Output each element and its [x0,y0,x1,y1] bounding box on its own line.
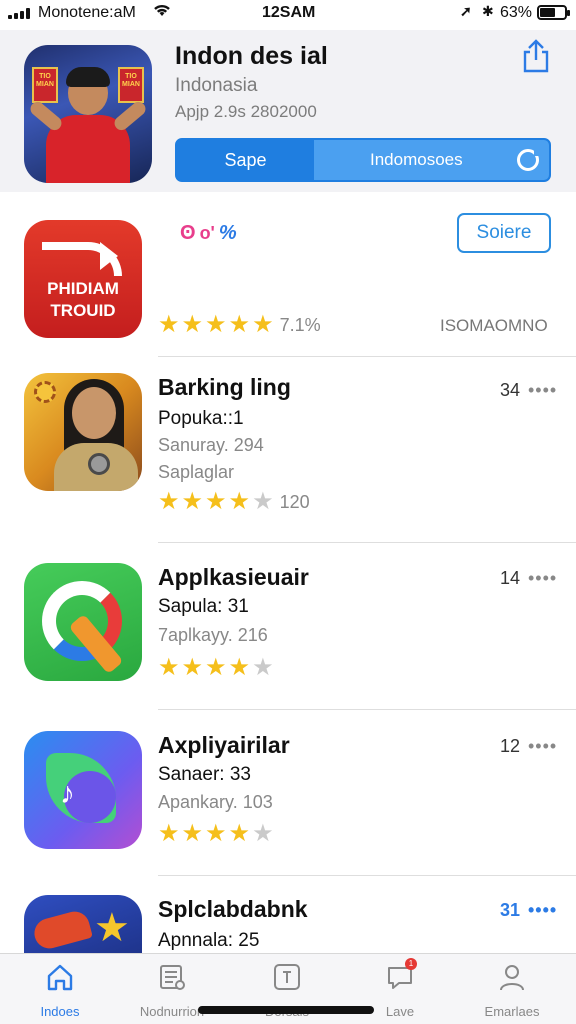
star-icon: ★ [228,820,251,847]
app-title: Barking ling [158,374,291,400]
icon-sign-left: TIO MIAN [32,67,58,103]
share-icon[interactable] [520,38,552,74]
featured-app-title: Indon des ial [175,42,328,70]
featured-app-subtitle: Indonasia [175,75,258,96]
app-category: Popuka::1 [158,408,244,429]
divider [158,875,576,876]
badge-icon: ʘ [180,222,196,244]
badge-percent: % [218,222,237,244]
app-category: Sanaer: 33 [158,764,251,785]
app-icon[interactable]: ★ [24,895,142,957]
carrier-name: Monotene:aM [38,4,136,21]
app-subtitle: Saplaglar [158,462,235,482]
divider [158,356,576,357]
bluetooth-icon: ✱ [482,3,494,19]
star-icon: ★ [158,311,180,338]
star-icon: ★ [181,488,204,515]
star-icon: ★ [205,654,227,681]
app-summary: Apankary. 103 [158,792,273,812]
more-icon[interactable]: •••• [528,568,557,589]
featured-app-icon[interactable]: TIO MIAN TIO MIAN [24,45,152,183]
app-title: Axpliyairilar [158,732,290,758]
developer-name: ISOMAOMNO [440,316,548,335]
star-icon: ★ [228,654,251,681]
wifi-icon [152,2,172,23]
more-icon[interactable]: •••• [528,380,557,401]
star-icon: ★ [252,820,274,847]
app-icon[interactable]: ♪ [24,731,142,849]
news-icon [157,962,187,992]
star-rating: ★ ★ ★ ★ ★ 7.1% [158,313,321,337]
featured-app-meta: Apjp 2.9s 2802000 [175,102,317,121]
tab-label: Emarlaes [484,1004,540,1019]
featured-app-header: TIO MIAN TIO MIAN Indon des ial Indonasi… [0,30,576,192]
app-rank: 12 [500,736,521,756]
music-note-icon: ♪ [60,777,75,810]
app-icon[interactable] [24,563,142,681]
app-badges: ʘ o' % [180,222,237,245]
segment-indomosoes-label: Indomosoes [370,150,463,169]
tab-indoes[interactable]: Indoes [10,962,110,1019]
star-icon: ★ [228,311,251,338]
segment-sape[interactable]: Sape [177,140,314,180]
icon-sign-right: TIO MIAN [118,67,144,103]
chat-icon: 1 [385,958,417,992]
battery-icon [537,5,570,20]
star-icon: ★ [181,311,204,338]
app-title: Applkasieuair [158,564,309,590]
refresh-icon[interactable] [517,146,540,171]
home-icon [45,962,75,992]
segment-indomosoes[interactable]: Indomosoes [314,140,549,180]
star-icon: ★ [228,488,251,515]
status-bar: Monotene:aM 12SAM ➚ ✱ 63% [0,0,576,26]
more-icon[interactable]: •••• [528,736,557,757]
gear-icon [34,381,56,403]
app-rank: 31 [500,900,521,920]
star-icon: ★ [181,820,204,847]
divider [158,709,576,710]
signal-icon [8,8,30,19]
star-icon: ★ [252,488,274,515]
location-icon: ➚ [460,3,472,19]
star-icon: ★ [181,654,204,681]
segmented-control: Sape Indomosoes [175,138,551,182]
home-indicator[interactable] [198,1006,374,1014]
star-icon: ★ [158,488,180,515]
app-title: Splclabdabnk [158,896,308,922]
star-rating: ★ ★ ★ ★ ★ 120 [158,490,310,514]
star-icon: ★ [205,311,227,338]
store-icon [272,962,302,992]
star-icon: ★ [252,311,274,338]
rating-count: 120 [279,491,310,512]
app-icon[interactable] [24,373,142,491]
app-category: Sapula: 31 [158,596,249,617]
star-icon: ★ [94,906,130,950]
tab-label: Indoes [40,1004,80,1019]
more-icon[interactable]: •••• [528,900,557,921]
badge-text: o' [199,223,215,243]
star-rating: ★ ★ ★ ★ ★ [158,822,274,846]
app-rank: 14 [500,568,521,588]
divider [158,542,576,543]
app-category: Apnnala: 25 [158,930,260,951]
star-rating: ★ ★ ★ ★ ★ [158,656,274,680]
notification-badge: 1 [405,958,417,970]
app-summary: 7aplkayy. 216 [158,625,268,645]
star-icon: ★ [205,820,227,847]
battery-percent: 63% [500,4,533,21]
profile-icon [497,962,527,992]
battery-level [540,8,555,17]
app-rank: 34 [500,380,521,400]
star-icon: ★ [205,488,227,515]
app-icon-text: PHIDIAM TROUID [47,279,119,320]
app-icon[interactable]: PHIDIAM TROUID [24,220,142,338]
rating-text: 7.1% [279,314,321,335]
clock: 12SAM [262,4,316,21]
get-button[interactable]: Soiere [457,213,551,253]
app-summary: Sanuray. 294 [158,435,264,455]
star-icon: ★ [252,654,274,681]
star-icon: ★ [158,654,180,681]
star-icon: ★ [158,820,180,847]
tab-emarlaes[interactable]: Emarlaes [462,962,562,1019]
